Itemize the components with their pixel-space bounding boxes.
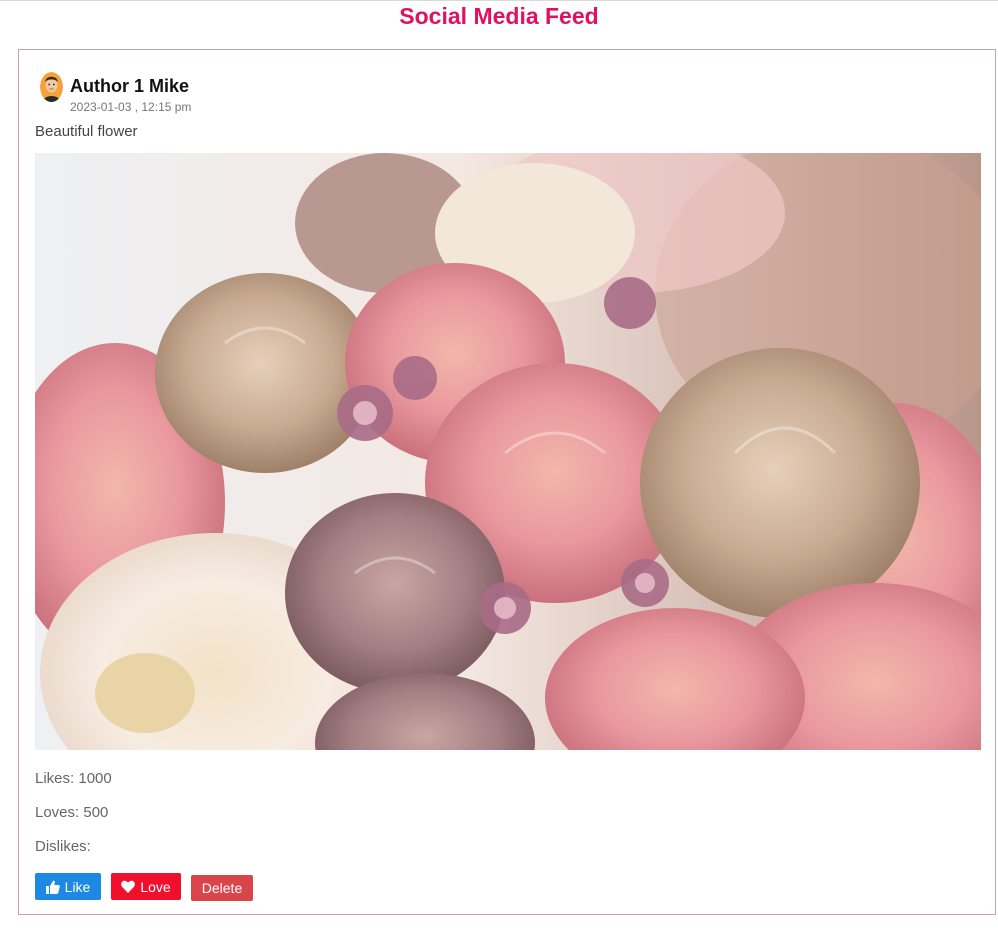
page-title: Social Media Feed xyxy=(399,3,599,29)
love-button[interactable]: Love xyxy=(111,873,181,900)
delete-button[interactable]: Delete xyxy=(191,875,253,901)
heart-icon xyxy=(121,880,136,893)
loves-count: Loves: 500 xyxy=(35,804,109,821)
love-label: Love xyxy=(140,878,171,895)
post-image[interactable] xyxy=(35,153,981,750)
top-divider xyxy=(0,0,998,1)
avatar-icon xyxy=(40,72,63,102)
post-timestamp: 2023-01-03 , 12:15 pm xyxy=(70,100,192,114)
author-name[interactable]: Author 1 Mike xyxy=(70,76,189,96)
like-button[interactable]: Like xyxy=(35,873,101,900)
delete-label: Delete xyxy=(201,880,243,896)
thumbs-up-icon xyxy=(45,880,60,894)
post-text: Beautiful flower xyxy=(35,123,138,140)
dislikes-count: Dislikes: xyxy=(35,838,91,855)
like-label: Like xyxy=(64,878,91,895)
likes-count: Likes: 1000 xyxy=(35,770,112,787)
post-card: Author 1 Mike 2023-01-03 , 12:15 pm Beau… xyxy=(18,49,996,915)
